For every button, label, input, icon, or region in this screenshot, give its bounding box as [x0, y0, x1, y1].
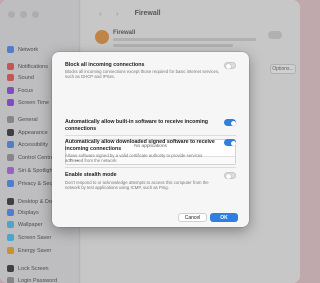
settings-window: Network Notifications Sound Focus Screen Tim… — [0, 0, 300, 283]
block-all-description: Blocks all incoming connections except t… — [65, 69, 220, 79]
ok-button[interactable]: OK — [210, 213, 238, 222]
divider — [65, 167, 236, 168]
firewall-options-dialog: Block all incoming connections Blocks al… — [52, 52, 249, 227]
block-all-toggle[interactable] — [224, 62, 236, 69]
divider — [65, 135, 236, 136]
stealth-mode-description: Don't respond to or acknowledge attempts… — [65, 180, 209, 190]
signed-software-description: Allows software signed by a valid certif… — [65, 153, 203, 163]
block-all-title: Block all incoming connections — [65, 62, 145, 68]
builtin-software-toggle[interactable] — [224, 119, 236, 126]
signed-software-toggle[interactable] — [224, 139, 236, 146]
signed-software-title: Automatically allow downloaded signed so… — [65, 139, 215, 152]
cancel-button[interactable]: Cancel — [178, 213, 207, 222]
builtin-software-title: Automatically allow built-in software to… — [65, 119, 209, 132]
stealth-mode-title: Enable stealth mode — [65, 172, 117, 178]
stealth-mode-toggle[interactable] — [224, 172, 236, 179]
